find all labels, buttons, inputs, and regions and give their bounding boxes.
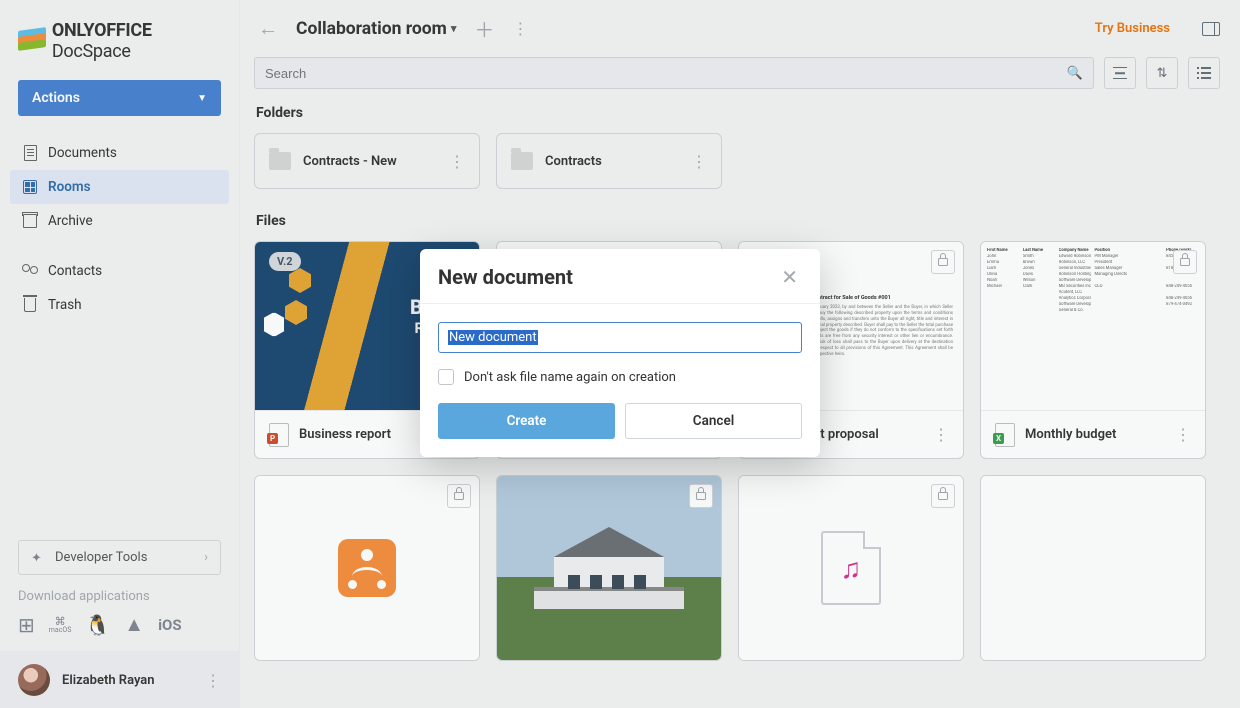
checkbox-label: Don't ask file name again on creation	[464, 370, 676, 385]
modal-title: New document	[438, 265, 573, 289]
close-icon[interactable]: ✕	[777, 265, 802, 289]
document-name-input[interactable]: New document	[438, 322, 802, 353]
input-value: New document	[448, 330, 538, 345]
cancel-button[interactable]: Cancel	[625, 403, 802, 439]
dont-ask-checkbox[interactable]	[438, 369, 454, 385]
create-button[interactable]: Create	[438, 403, 615, 439]
new-document-modal: New document ✕ New document Don't ask fi…	[420, 249, 820, 457]
